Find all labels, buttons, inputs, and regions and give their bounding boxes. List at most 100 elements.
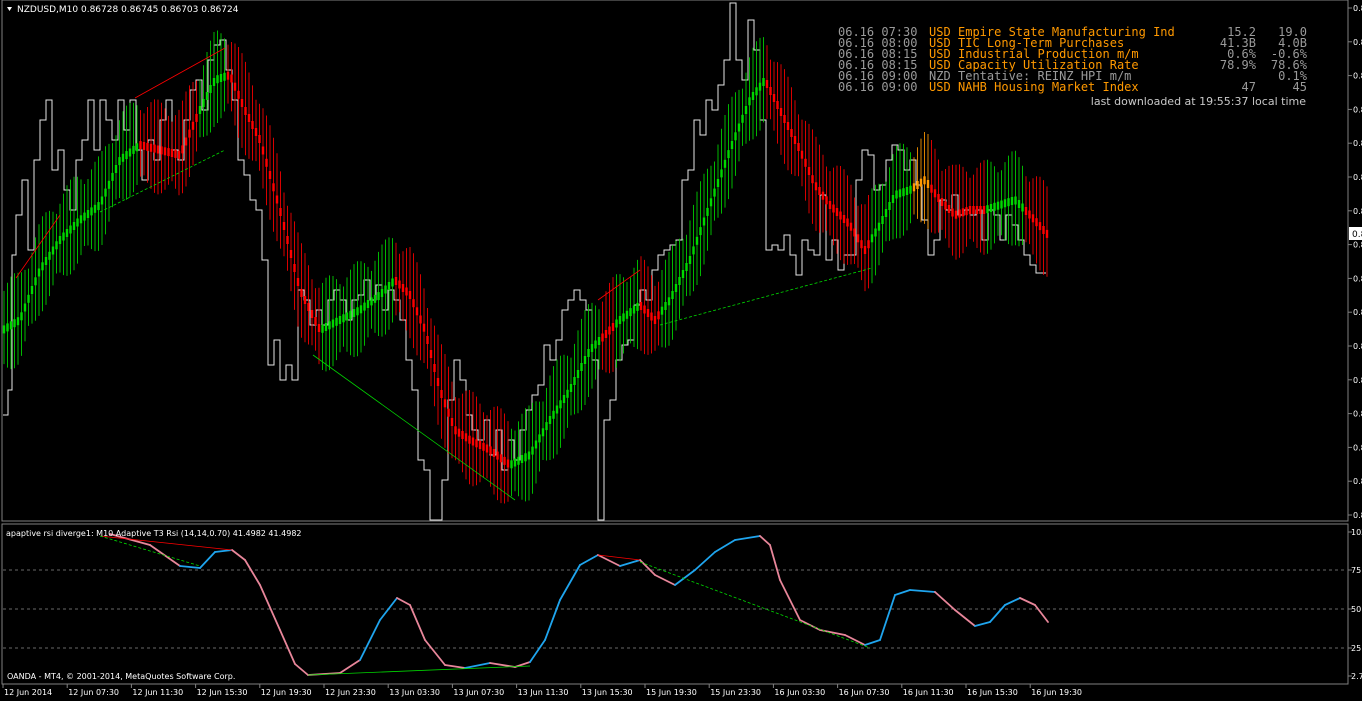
level-label: 25: [1351, 644, 1361, 653]
bar-body: [226, 71, 230, 80]
bar-body: [219, 74, 223, 82]
bar-body: [776, 101, 779, 109]
rsi-line[interactable]: [99, 533, 1049, 676]
bar-body: [755, 87, 758, 96]
bar-body: [534, 440, 538, 449]
bar-body: [41, 262, 44, 271]
bar-body: [1028, 210, 1031, 219]
bar-body: [797, 143, 800, 151]
price-tick-label: 0.86685: [1353, 274, 1362, 283]
bar-body: [1021, 203, 1024, 212]
bar-body: [979, 206, 982, 214]
bar-body: [429, 350, 433, 358]
time-axis: 12 Jun 2014 12 Jun 07:30 12 Jun 11:30 12 Ju…: [2, 684, 1082, 697]
bar-body: [1042, 226, 1045, 234]
bar-body: [419, 315, 422, 324]
bar-body: [867, 240, 870, 249]
bar-body: [993, 202, 996, 211]
chevron-down-icon[interactable]: [7, 7, 12, 11]
bar-body: [366, 300, 370, 308]
news-event: NAHB Housing Market Index: [958, 80, 1139, 94]
bar-body: [1014, 196, 1017, 205]
bar-body: [391, 278, 394, 287]
bar-body: [496, 451, 499, 460]
bar-body: [237, 90, 240, 99]
news-calendar: 06.16 07:30 USD Empire State Manufacturing…: [838, 25, 1308, 94]
rsi-segment: [244, 559, 261, 586]
bar-body: [611, 323, 615, 331]
bar-body: [492, 449, 496, 457]
bar-body: [895, 190, 898, 199]
bar-body: [307, 303, 310, 311]
bar-body: [597, 337, 601, 345]
rsi-segment: [231, 549, 246, 561]
time-tick-label: 12 Jun 07:30: [68, 688, 119, 697]
bar-body: [230, 74, 233, 83]
bar-body: [821, 191, 825, 200]
rsi-segment: [579, 554, 599, 566]
rsi-segment: [974, 621, 991, 627]
bar-body: [443, 399, 447, 408]
bar-body: [146, 142, 149, 151]
chart-canvas[interactable]: 0.86925 0.86895 0.86865 0.86835 0.86805 0.867…: [0, 0, 1362, 701]
bar-body: [1045, 229, 1049, 238]
bar-body: [9, 321, 13, 330]
bar-body: [209, 85, 212, 93]
indicator-title: apaptive rsi diverge1: M10 Adaptive T3 R…: [6, 529, 302, 538]
bar-body: [786, 122, 790, 130]
bar-body: [933, 189, 937, 198]
indicator-pane-border: [1, 523, 1349, 685]
bar-body: [464, 433, 468, 442]
rsi-segment: [179, 565, 201, 569]
bar-body: [853, 228, 856, 237]
level-label: 50: [1351, 605, 1361, 614]
time-tick-label: 15 Jun 19:30: [646, 688, 697, 697]
bar-body: [69, 225, 72, 234]
bar-body: [552, 410, 555, 419]
bar-body: [783, 115, 786, 123]
bar-body: [55, 241, 58, 250]
time-tick-label: 16 Jun 03:30: [774, 688, 825, 697]
bar-body: [48, 251, 51, 260]
bar-body: [699, 227, 702, 236]
bar-body: [16, 317, 20, 326]
bar-body: [30, 286, 34, 294]
bar-body: [384, 285, 387, 294]
symbol-header[interactable]: NZDUSD,M10 0.86728 0.86745 0.86703 0.867…: [7, 5, 239, 15]
news-forecast: 45: [1293, 80, 1307, 94]
bar-body: [331, 319, 335, 328]
bar-body: [692, 246, 695, 255]
bar-body: [615, 319, 618, 328]
bar-body: [160, 146, 163, 155]
bar-body: [268, 171, 272, 179]
bar-body: [765, 80, 769, 88]
bar-body: [254, 128, 258, 136]
bar-body: [6, 323, 9, 332]
bar-body: [195, 113, 198, 122]
bar-body: [1031, 214, 1035, 223]
bar-body: [198, 106, 202, 114]
rsi-segment: [934, 591, 956, 611]
bar-body: [583, 356, 587, 364]
bar-body: [212, 78, 216, 86]
bar-body: [349, 310, 352, 319]
rsi-segment: [1034, 604, 1049, 623]
time-tick-label: 12 Jun 11:30: [132, 688, 183, 697]
rsi-segment: [989, 604, 1006, 623]
current-price-label: 0.86724: [1352, 230, 1362, 240]
bar-body: [352, 309, 356, 317]
price-tick-label: 0.86925: [1353, 4, 1362, 13]
bar-body: [909, 185, 912, 194]
price-tick-label: 0.86745: [1353, 207, 1362, 216]
bar-body: [594, 340, 597, 349]
bar-body: [205, 92, 209, 100]
bar-body: [338, 316, 342, 324]
bar-body: [954, 210, 958, 219]
bar-body: [247, 114, 251, 122]
bar-body: [678, 277, 681, 285]
bar-body: [181, 145, 184, 154]
time-tick-label: 16 Jun 11:30: [903, 688, 954, 697]
rsi-divergence-line: [639, 561, 871, 649]
bar-body: [947, 205, 951, 213]
bar-body: [695, 236, 699, 245]
